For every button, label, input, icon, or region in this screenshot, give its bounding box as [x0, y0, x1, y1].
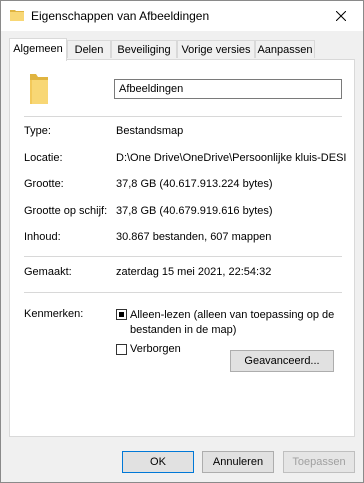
disk-size-value: 37,8 GB (40.679.919.616 bytes)	[116, 205, 273, 217]
ok-button[interactable]: OK	[122, 451, 194, 473]
disk-size-label: Grootte op schijf:	[24, 205, 108, 217]
created-row: Gemaakt: zaterdag 15 mei 2021, 22:54:32	[24, 266, 346, 282]
contents-row: Inhoud: 30.867 bestanden, 607 mappen	[24, 231, 346, 247]
apply-button[interactable]: Toepassen	[283, 451, 355, 473]
location-row: Locatie: D:\One Drive\OneDrive\Persoonli…	[24, 152, 346, 168]
location-label: Locatie:	[24, 152, 63, 164]
folder-icon	[10, 10, 24, 21]
contents-label: Inhoud:	[24, 231, 61, 243]
tab-delen[interactable]: Delen	[67, 40, 111, 58]
created-value: zaterdag 15 mei 2021, 22:54:32	[116, 266, 272, 278]
properties-window: Eigenschappen van Afbeeldingen Algemeen …	[0, 0, 364, 483]
size-value: 37,8 GB (40.617.913.224 bytes)	[116, 178, 273, 190]
created-label: Gemaakt:	[24, 266, 72, 278]
folder-large-icon	[30, 74, 48, 104]
hidden-label: Verborgen	[130, 343, 181, 355]
type-value: Bestandsmap	[116, 125, 184, 137]
type-label: Type:	[24, 125, 51, 137]
size-row: Grootte: 37,8 GB (40.617.913.224 bytes)	[24, 178, 346, 194]
title-bar: Eigenschappen van Afbeeldingen	[1, 1, 363, 31]
readonly-label: Alleen-lezen (alleen van toepassing op d…	[130, 309, 335, 336]
attributes-label: Kenmerken:	[24, 308, 84, 320]
location-value: D:\One Drive\OneDrive\Persoonlijke kluis…	[116, 152, 347, 164]
hidden-checkbox[interactable]	[116, 344, 127, 355]
readonly-checkbox[interactable]	[116, 309, 127, 320]
separator	[24, 256, 342, 257]
size-label: Grootte:	[24, 178, 64, 190]
cancel-button[interactable]: Annuleren	[202, 451, 274, 473]
tab-algemeen[interactable]: Algemeen	[9, 38, 67, 61]
disk-size-row: Grootte op schijf: 37,8 GB (40.679.919.6…	[24, 205, 346, 221]
tab-beveiliging[interactable]: Beveiliging	[111, 40, 177, 58]
general-tab-panel: Afbeeldingen Type: Bestandsmap Locatie: …	[9, 59, 355, 437]
indeterminate-mark	[119, 312, 124, 317]
contents-value: 30.867 bestanden, 607 mappen	[116, 231, 272, 243]
advanced-button[interactable]: Geavanceerd...	[230, 350, 334, 372]
close-icon	[336, 11, 346, 21]
close-button[interactable]	[319, 1, 363, 31]
type-row: Type: Bestandsmap	[24, 125, 346, 141]
tab-aanpassen[interactable]: Aanpassen	[255, 40, 315, 58]
separator	[24, 116, 342, 117]
separator	[24, 292, 342, 293]
tab-vorige-versies[interactable]: Vorige versies	[177, 40, 255, 58]
folder-name-input[interactable]: Afbeeldingen	[114, 79, 342, 99]
window-title: Eigenschappen van Afbeeldingen	[31, 9, 210, 23]
